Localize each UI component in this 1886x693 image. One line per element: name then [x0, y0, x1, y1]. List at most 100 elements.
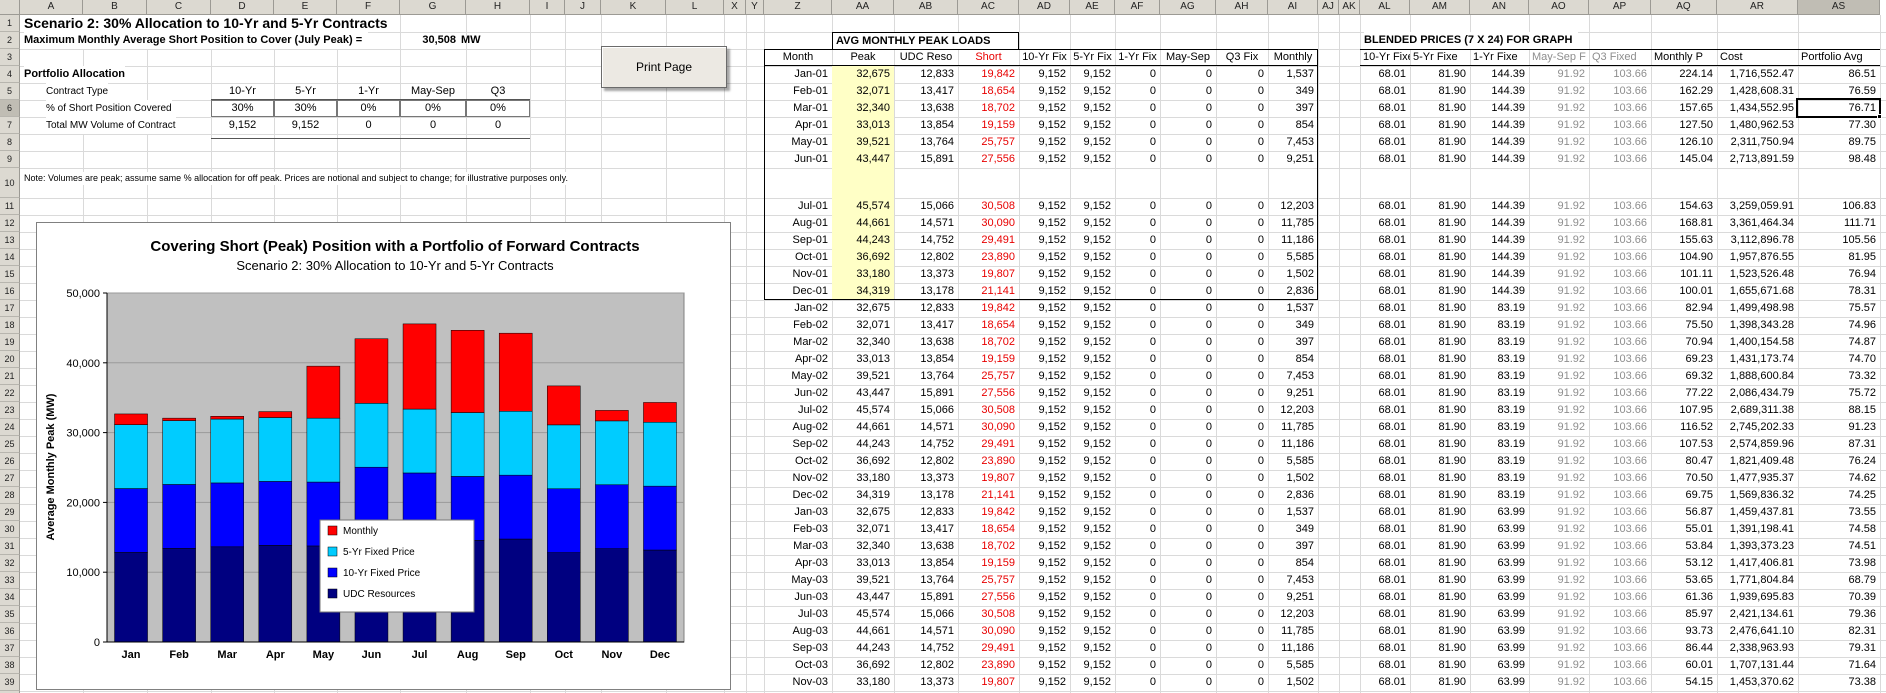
cell[interactable]: 397: [1268, 538, 1318, 555]
cell[interactable]: 13,854: [894, 117, 958, 134]
cell[interactable]: 91.92: [1529, 215, 1589, 232]
cell[interactable]: 0: [1115, 606, 1160, 623]
cell[interactable]: 9,152: [1070, 283, 1115, 300]
cell[interactable]: 13,178: [894, 283, 958, 300]
cell[interactable]: 91.92: [1529, 300, 1589, 317]
cell[interactable]: 9,152: [1019, 674, 1070, 691]
cell[interactable]: Jan-02: [764, 300, 832, 317]
cell[interactable]: 1,502: [1268, 266, 1318, 283]
cell[interactable]: 87.31: [1798, 436, 1880, 453]
cell[interactable]: 68.01: [1360, 215, 1410, 232]
column-header[interactable]: AA: [832, 0, 894, 15]
cell[interactable]: 32,071: [832, 521, 894, 538]
cell[interactable]: 0: [1160, 402, 1216, 419]
cell[interactable]: 103.66: [1589, 83, 1651, 100]
cell[interactable]: 83.19: [1470, 334, 1529, 351]
cell[interactable]: 2,476,641.10: [1717, 623, 1798, 640]
cell[interactable]: 3,361,464.34: [1717, 215, 1798, 232]
column-header[interactable]: AJ: [1318, 0, 1339, 15]
cell[interactable]: 9,152: [1070, 504, 1115, 521]
cell[interactable]: 12,833: [894, 504, 958, 521]
cell[interactable]: 0: [1160, 198, 1216, 215]
cell[interactable]: 68.01: [1360, 572, 1410, 589]
cell[interactable]: 0: [1216, 300, 1268, 317]
cell[interactable]: Mar-02: [764, 334, 832, 351]
cell[interactable]: 103.66: [1589, 317, 1651, 334]
row-header[interactable]: 20: [0, 351, 20, 368]
cell[interactable]: 68.01: [1360, 368, 1410, 385]
cell[interactable]: 68.01: [1360, 117, 1410, 134]
cell[interactable]: 88.15: [1798, 402, 1880, 419]
cell[interactable]: 0: [1115, 521, 1160, 538]
cell[interactable]: 68.01: [1360, 606, 1410, 623]
cell[interactable]: 9,152: [1019, 198, 1070, 215]
column-header[interactable]: AC: [958, 0, 1019, 15]
cell[interactable]: 9,152: [1070, 334, 1115, 351]
column-header[interactable]: AO: [1529, 0, 1589, 15]
cell[interactable]: 68.01: [1360, 151, 1410, 168]
cell[interactable]: 23,890: [958, 453, 1019, 470]
column-header[interactable]: AP: [1589, 0, 1651, 15]
cell[interactable]: 1,939,695.83: [1717, 589, 1798, 606]
cell[interactable]: 12,802: [894, 249, 958, 266]
cell[interactable]: 2,836: [1268, 487, 1318, 504]
cell[interactable]: 145.04: [1651, 151, 1717, 168]
cell[interactable]: 70.39: [1798, 589, 1880, 606]
cell[interactable]: Sep-02: [764, 436, 832, 453]
cell[interactable]: 1,398,343.28: [1717, 317, 1798, 334]
row-header[interactable]: 29: [0, 504, 20, 521]
cell[interactable]: Month: [764, 49, 832, 66]
cell[interactable]: 9,152: [1070, 572, 1115, 589]
cell[interactable]: 0: [1115, 334, 1160, 351]
cell[interactable]: Mar-01: [764, 100, 832, 117]
cell[interactable]: 32,340: [832, 538, 894, 555]
cell[interactable]: 63.99: [1470, 572, 1529, 589]
cell[interactable]: 103.66: [1589, 453, 1651, 470]
cell[interactable]: 0: [1115, 538, 1160, 555]
cell[interactable]: 1,537: [1268, 66, 1318, 83]
cell[interactable]: 13,178: [894, 487, 958, 504]
row-header[interactable]: 17: [0, 300, 20, 317]
cell[interactable]: 9,152: [1019, 334, 1070, 351]
row-header[interactable]: 39: [0, 674, 20, 691]
cell[interactable]: 0: [1115, 385, 1160, 402]
column-header[interactable]: I: [530, 0, 565, 15]
cell[interactable]: 91.92: [1529, 419, 1589, 436]
cell[interactable]: 43,447: [832, 151, 894, 168]
cell[interactable]: 91.92: [1529, 640, 1589, 657]
row-header[interactable]: 31: [0, 538, 20, 555]
cell[interactable]: 9,152: [1019, 504, 1070, 521]
column-header[interactable]: AG: [1160, 0, 1216, 15]
cell[interactable]: 71.64: [1798, 657, 1880, 674]
cell[interactable]: May-03: [764, 572, 832, 589]
cell[interactable]: 144.39: [1470, 232, 1529, 249]
cell[interactable]: 1,477,935.37: [1717, 470, 1798, 487]
cell[interactable]: 11,785: [1268, 623, 1318, 640]
cell[interactable]: 103.66: [1589, 606, 1651, 623]
cell[interactable]: 91.92: [1529, 351, 1589, 368]
cell[interactable]: 0: [1115, 215, 1160, 232]
cell[interactable]: 1,537: [1268, 504, 1318, 521]
cell[interactable]: Aug-03: [764, 623, 832, 640]
cell[interactable]: 14,752: [894, 232, 958, 249]
cell[interactable]: 53.12: [1651, 555, 1717, 572]
cell[interactable]: 63.99: [1470, 504, 1529, 521]
cell[interactable]: 19,159: [958, 555, 1019, 572]
cell[interactable]: 18,654: [958, 521, 1019, 538]
column-header[interactable]: H: [466, 0, 530, 15]
cell[interactable]: 9,152: [1019, 487, 1070, 504]
cell[interactable]: 111.71: [1798, 215, 1880, 232]
cell[interactable]: Nov-02: [764, 470, 832, 487]
cell[interactable]: 68.79: [1798, 572, 1880, 589]
cell[interactable]: 76.94: [1798, 266, 1880, 283]
cell[interactable]: 0: [1160, 283, 1216, 300]
cell[interactable]: 0: [400, 117, 466, 134]
cell[interactable]: 0: [1115, 249, 1160, 266]
cell[interactable]: 68.01: [1360, 623, 1410, 640]
cell[interactable]: 85.97: [1651, 606, 1717, 623]
column-header[interactable]: K: [601, 0, 666, 15]
cell[interactable]: 9,152: [274, 117, 337, 134]
cell[interactable]: 81.90: [1410, 334, 1470, 351]
column-header[interactable]: E: [274, 0, 337, 15]
cell[interactable]: 0: [1160, 151, 1216, 168]
